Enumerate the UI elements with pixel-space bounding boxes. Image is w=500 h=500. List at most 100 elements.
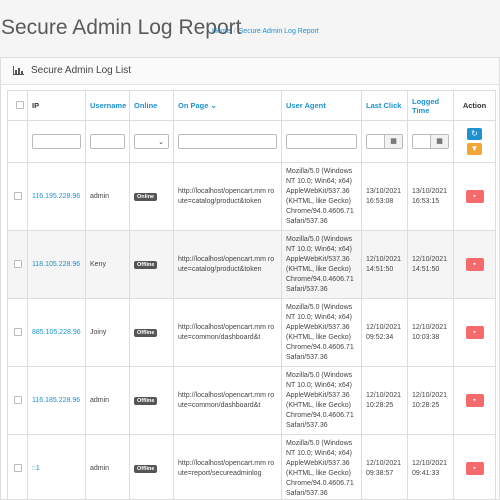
- ua-line: AppleWebKit/537.36: [286, 391, 350, 399]
- delete-button[interactable]: ▪: [465, 258, 484, 271]
- user-agent-cell: Mozilla/5.0 (Windows NT 10.0; Win64; x64)…: [281, 162, 362, 231]
- column-header-on-page[interactable]: On Page ⌄: [173, 90, 282, 121]
- ua-line: NT 10.0; Win64; x64): [286, 177, 353, 185]
- ua-line: Safari/537.36: [286, 489, 328, 497]
- logged-date: 12/10/2021: [412, 323, 448, 331]
- refresh-button[interactable]: ↻: [467, 128, 482, 140]
- status-badge: Offline: [134, 464, 158, 473]
- select-all-checkbox[interactable]: [15, 100, 24, 109]
- row-checkbox[interactable]: [13, 191, 22, 200]
- row-checkbox[interactable]: [13, 327, 22, 336]
- row-select-cell: [7, 434, 28, 500]
- trash-icon: ▪: [473, 329, 476, 336]
- delete-button[interactable]: ▪: [465, 394, 484, 407]
- delete-button[interactable]: ▪: [465, 190, 484, 203]
- refresh-icon: ↻: [471, 129, 478, 138]
- logged-time-label-line1[interactable]: Logged: [412, 97, 439, 106]
- user-agent-sort-link[interactable]: User Agent: [286, 101, 326, 110]
- logged-time: 16:53:15: [412, 197, 440, 205]
- filter-last-click-date[interactable]: ▦: [366, 134, 403, 149]
- logged-time-label-line2[interactable]: Time: [412, 106, 429, 115]
- ip-link[interactable]: 116.185.228.96: [32, 397, 80, 404]
- filter-page-input[interactable]: [178, 134, 277, 149]
- column-header-user-agent[interactable]: User Agent: [281, 90, 362, 121]
- ua-line: (KHTML, like Gecko): [286, 469, 351, 477]
- row-select-cell: [7, 230, 28, 299]
- page-header: Secure Admin Log Report Home / Secure Admi…: [0, 0, 500, 60]
- logged-date: 13/10/2021: [412, 187, 448, 195]
- row-checkbox[interactable]: [13, 463, 22, 472]
- logged-date: 12/10/2021: [412, 255, 448, 263]
- username-sort-link[interactable]: Username: [90, 101, 126, 110]
- ua-line: Mozilla/5.0 (Windows: [286, 371, 353, 379]
- filter-username-cell: [85, 120, 130, 163]
- status-badge: Offline: [134, 396, 158, 405]
- select-all-cell: [7, 90, 28, 121]
- column-header-action: Action: [453, 90, 496, 121]
- table-row: 885.105.228.96 Joiny Offline http://loca…: [7, 298, 496, 367]
- ua-line: AppleWebKit/537.36: [286, 255, 350, 263]
- username-cell: admin: [85, 434, 130, 500]
- trash-icon: ▪: [473, 397, 476, 404]
- filter-ip-input[interactable]: [32, 134, 81, 149]
- filter-logged-time-date[interactable]: ▦: [412, 134, 449, 149]
- column-header-last-click[interactable]: Last Click: [361, 90, 408, 121]
- last-click-cell: 12/10/2021 10:28:25: [361, 366, 408, 435]
- ip-link[interactable]: 118.105.228.96: [32, 261, 80, 268]
- row-select-cell: [7, 366, 28, 435]
- status-cell: Offline: [129, 434, 174, 500]
- online-sort-link[interactable]: Online: [134, 101, 157, 110]
- last-click-time: 09:38:57: [366, 469, 394, 477]
- filter-online-select[interactable]: ⌄: [134, 134, 169, 149]
- filter-last-click-input[interactable]: [367, 135, 384, 148]
- column-header-online[interactable]: Online: [129, 90, 174, 121]
- filter-ua-cell: [281, 120, 362, 163]
- page-title: Secure Admin Log Report: [1, 16, 242, 39]
- page-cell: http://localhost/opencart.mm route=commo…: [173, 298, 282, 367]
- user-agent-cell: Mozilla/5.0 (Windows NT 10.0; Win64; x64)…: [281, 366, 362, 435]
- action-cell: ▪: [453, 366, 496, 435]
- trash-icon: ▪: [473, 465, 476, 472]
- column-header-logged-time[interactable]: Logged Time: [407, 90, 454, 121]
- filter-action-cell: ↻ ▼: [453, 120, 496, 163]
- ip-link[interactable]: ::1: [32, 465, 40, 472]
- user-agent-cell: Mozilla/5.0 (Windows NT 10.0; Win64; x64)…: [281, 434, 362, 500]
- ua-line: Chrome/94.0.4606.71: [286, 411, 354, 419]
- last-click-time: 10:28:25: [366, 401, 394, 409]
- breadcrumb-current[interactable]: Secure Admin Log Report: [239, 28, 319, 35]
- breadcrumb-home[interactable]: Home: [212, 28, 231, 35]
- last-click-time: 16:53:08: [366, 197, 394, 205]
- trash-icon: ▪: [473, 193, 476, 200]
- ua-line: Safari/537.36: [286, 421, 328, 429]
- ua-line: Safari/537.36: [286, 217, 328, 225]
- on-page-sort-link[interactable]: On Page: [178, 101, 208, 110]
- delete-button[interactable]: ▪: [465, 326, 484, 339]
- last-click-sort-link[interactable]: Last Click: [366, 101, 401, 110]
- filter-user-agent-input[interactable]: [286, 134, 357, 149]
- ua-line: AppleWebKit/537.36: [286, 187, 350, 195]
- bar-chart-icon: [13, 66, 24, 75]
- action-cell: ▪: [453, 162, 496, 231]
- breadcrumb: Home / Secure Admin Log Report: [212, 28, 319, 35]
- status-badge: Offline: [134, 328, 158, 337]
- delete-button[interactable]: ▪: [465, 462, 484, 475]
- last-click-date: 12/10/2021: [366, 323, 402, 331]
- ua-line: (KHTML, like Gecko): [286, 265, 351, 273]
- row-checkbox[interactable]: [13, 259, 22, 268]
- ip-link[interactable]: 116.195.228.96: [32, 193, 80, 200]
- ip-link[interactable]: 885.105.228.96: [32, 329, 81, 336]
- filter-username-input[interactable]: [90, 134, 125, 149]
- row-checkbox[interactable]: [13, 395, 22, 404]
- ua-line: Chrome/94.0.4606.71: [286, 343, 354, 351]
- user-agent-cell: Mozilla/5.0 (Windows NT 10.0; Win64; x64)…: [281, 298, 362, 367]
- log-table: IP Username Online On Page ⌄ User Agent …: [7, 90, 496, 500]
- filter-button[interactable]: ▼: [467, 143, 482, 155]
- column-header-username[interactable]: Username: [85, 90, 130, 121]
- calendar-icon[interactable]: ▦: [384, 135, 402, 148]
- filter-logged-time-input[interactable]: [413, 135, 430, 148]
- status-badge: Online: [134, 192, 158, 201]
- ua-line: NT 10.0; Win64; x64): [286, 245, 353, 253]
- last-click-date: 12/10/2021: [366, 391, 402, 399]
- trash-icon: ▪: [473, 261, 476, 268]
- calendar-icon[interactable]: ▦: [430, 135, 448, 148]
